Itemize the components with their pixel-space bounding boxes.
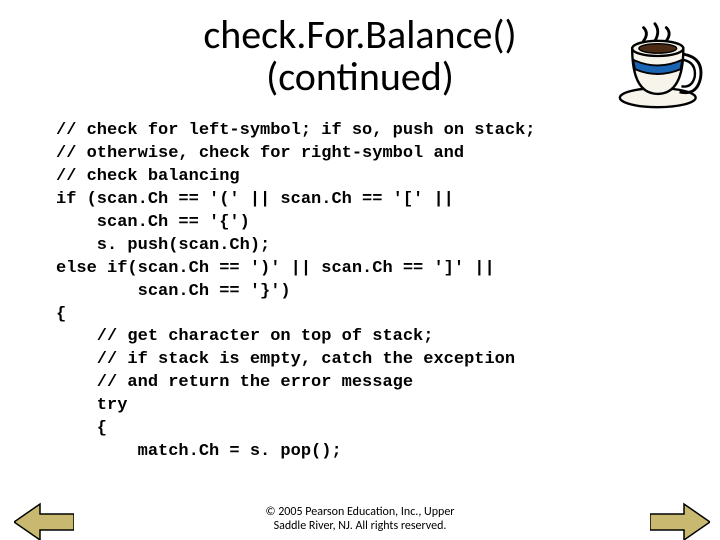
footer-line-2: Saddle River, NJ. All rights reserved. <box>274 519 447 533</box>
code-block: // check for left-symbol; if so, push on… <box>56 120 720 464</box>
title-line-2: (continued) <box>266 52 454 101</box>
slide-title: check.For.Balance() (continued) <box>0 14 720 98</box>
footer-line-1: © 2005 Pearson Education, Inc., Upper <box>266 505 455 519</box>
slide-root: check.For.Balance() (continued) // check… <box>0 14 720 540</box>
next-slide-button[interactable] <box>650 502 710 540</box>
copyright-footer: © 2005 Pearson Education, Inc., Upper Sa… <box>0 506 720 534</box>
coffee-cup-icon <box>615 20 710 110</box>
previous-slide-button[interactable] <box>14 502 74 540</box>
